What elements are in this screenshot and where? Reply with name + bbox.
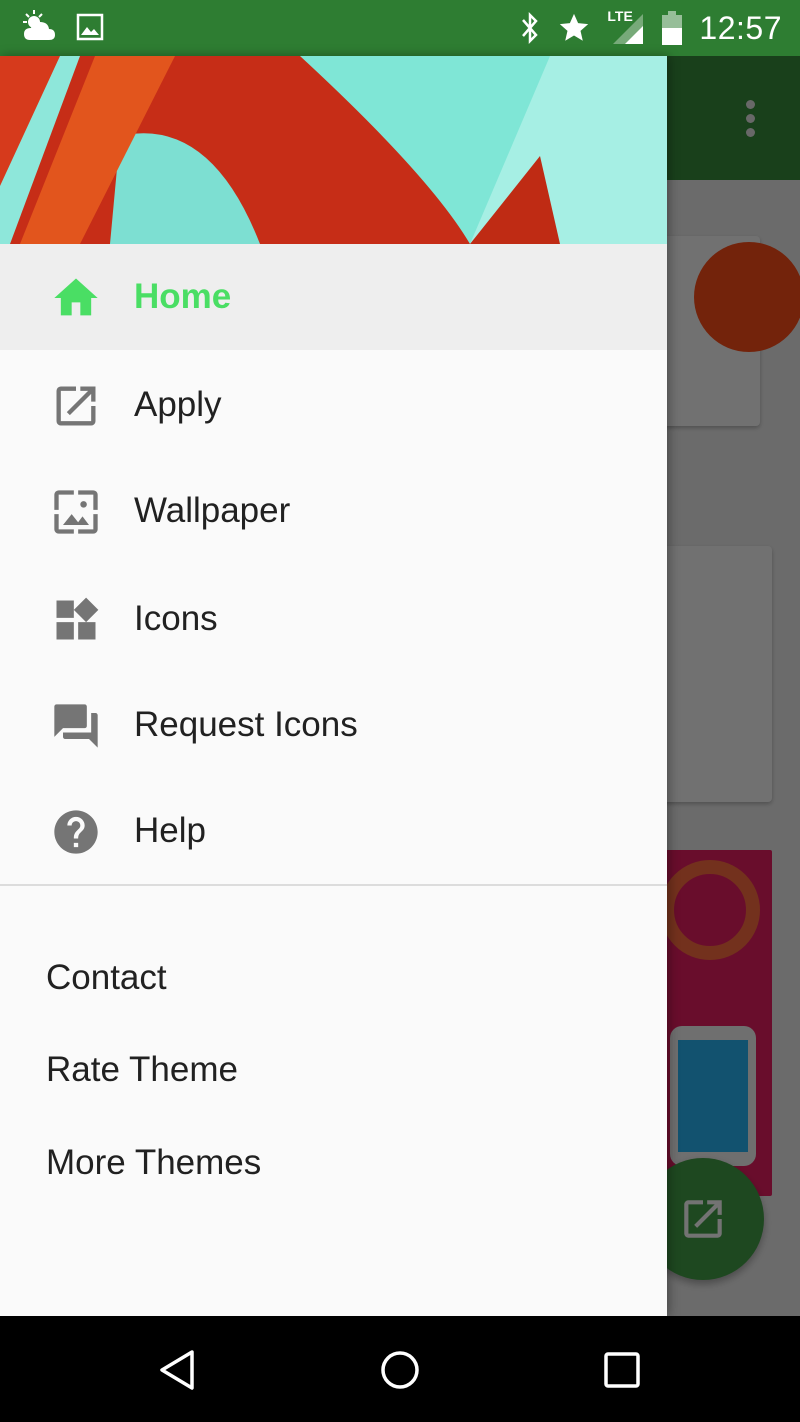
drawer-item-label: Wallpaper [134, 491, 291, 530]
open-external-icon [56, 386, 96, 426]
clock: 12:57 [699, 9, 782, 46]
lte-signal-icon: LTE [607, 8, 645, 46]
drawer-item-rate-theme[interactable]: Rate Theme [0, 1026, 667, 1116]
drawer-item-label: Apply [134, 385, 222, 424]
drawer-item-apply[interactable]: Apply [0, 352, 667, 458]
wallpaper-icon [54, 490, 98, 534]
drawer-item-label: Home [134, 277, 232, 316]
recents-icon[interactable] [596, 1344, 648, 1396]
navigation-drawer: Home Apply Wallpaper Icons Request Icons… [0, 56, 667, 1316]
drawer-item-label: Contact [46, 958, 167, 997]
drawer-item-label: Icons [134, 599, 218, 638]
drawer-item-request-icons[interactable]: Request Icons [0, 672, 667, 778]
drawer-item-label: More Themes [46, 1143, 262, 1182]
image-notification-icon [76, 13, 104, 41]
widgets-icon [56, 597, 99, 640]
drawer-item-label: Help [134, 811, 206, 850]
forum-icon [54, 704, 98, 748]
drawer-header-image [0, 56, 667, 244]
home-icon [54, 278, 98, 316]
help-icon [54, 810, 98, 854]
status-bar: LTE 12:57 [0, 0, 800, 56]
drawer-divider [0, 884, 667, 886]
back-icon[interactable] [152, 1344, 204, 1396]
drawer-item-icons[interactable]: Icons [0, 566, 667, 672]
drawer-item-contact[interactable]: Contact [0, 934, 667, 1024]
weather-cloudy-icon [23, 10, 55, 40]
drawer-item-label: Rate Theme [46, 1050, 238, 1089]
battery-icon [662, 11, 683, 45]
drawer-item-home[interactable]: Home [0, 244, 667, 350]
drawer-item-label: Request Icons [134, 705, 358, 744]
drawer-item-wallpaper[interactable]: Wallpaper [0, 458, 667, 564]
star-icon [560, 13, 589, 41]
system-navigation-bar [0, 1316, 800, 1422]
home-circle-icon[interactable] [374, 1344, 426, 1396]
drawer-item-help[interactable]: Help [0, 778, 667, 884]
drawer-item-more-themes[interactable]: More Themes [0, 1119, 667, 1209]
bluetooth-icon [522, 11, 539, 45]
